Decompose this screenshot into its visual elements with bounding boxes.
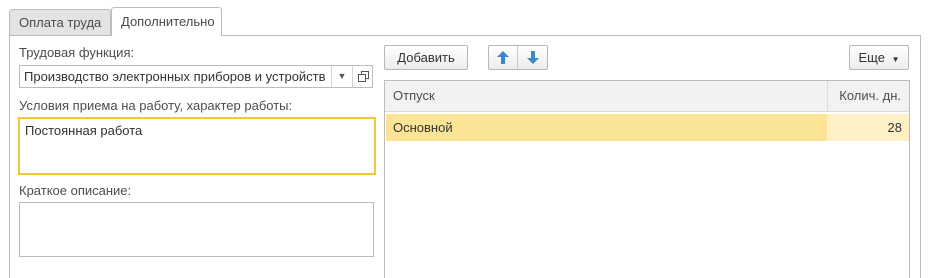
arrow-up-icon bbox=[497, 51, 509, 64]
employment-conditions-label: Условия приема на работу, характер работ… bbox=[19, 98, 293, 113]
move-buttons bbox=[488, 45, 548, 70]
table-row[interactable]: Основной 28 bbox=[386, 114, 909, 141]
short-description-field[interactable] bbox=[19, 202, 374, 257]
column-header-days[interactable]: Колич. дн. bbox=[827, 81, 909, 111]
more-button-label: Еще bbox=[858, 50, 885, 65]
more-button[interactable]: Еще ▼ bbox=[849, 45, 909, 70]
add-button[interactable]: Добавить bbox=[384, 45, 468, 70]
labor-function-label: Трудовая функция: bbox=[19, 45, 135, 60]
open-window-icon bbox=[357, 71, 369, 82]
chevron-down-icon: ▼ bbox=[337, 71, 347, 81]
column-header-vacation[interactable]: Отпуск bbox=[393, 81, 435, 111]
labor-function-field[interactable]: Производство электронных приборов и устр… bbox=[19, 65, 373, 88]
short-description-label: Краткое описание: bbox=[19, 183, 132, 198]
chevron-down-icon: ▼ bbox=[891, 55, 900, 64]
table-header: Отпуск Колич. дн. bbox=[385, 81, 909, 112]
vacation-days-cell[interactable]: 28 bbox=[827, 114, 909, 141]
tab-payroll[interactable]: Оплата труда bbox=[9, 9, 111, 35]
employment-conditions-field[interactable]: Постоянная работа bbox=[18, 117, 376, 175]
vacation-name-cell[interactable]: Основной bbox=[386, 114, 827, 141]
move-up-button[interactable] bbox=[489, 46, 518, 69]
vacation-table: Отпуск Колич. дн. Основной 28 bbox=[384, 80, 910, 278]
move-down-button[interactable] bbox=[518, 46, 547, 69]
labor-function-value[interactable]: Производство электронных приборов и устр… bbox=[24, 66, 330, 87]
open-button[interactable] bbox=[352, 66, 373, 87]
tab-additional[interactable]: Дополнительно bbox=[111, 7, 222, 36]
dropdown-button[interactable]: ▼ bbox=[331, 66, 352, 87]
arrow-down-icon bbox=[526, 51, 539, 64]
